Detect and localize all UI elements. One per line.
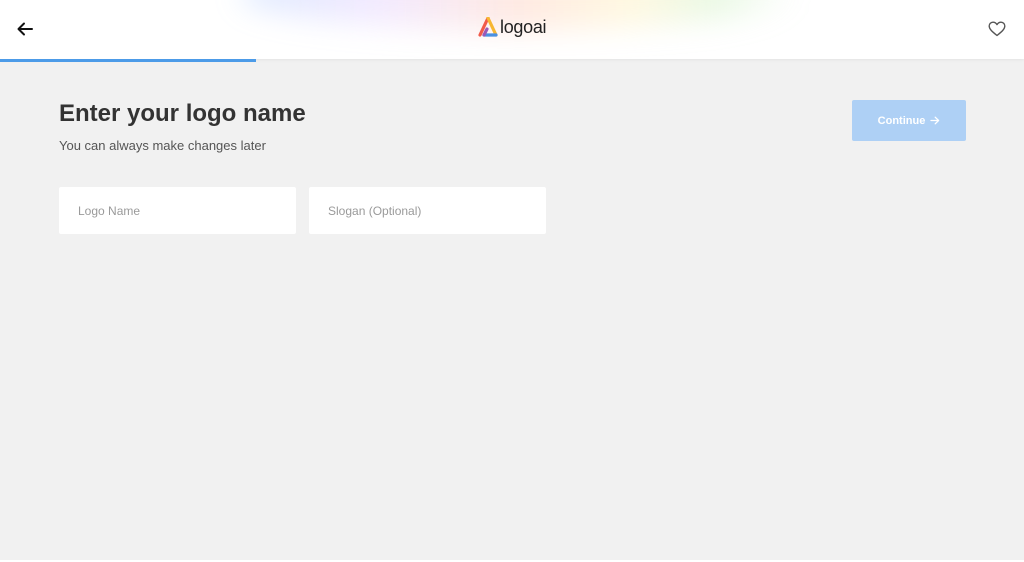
arrow-right-icon: [930, 116, 940, 125]
arrow-left-icon: [17, 22, 33, 36]
continue-button[interactable]: Continue: [852, 100, 966, 141]
progress-bar: [0, 59, 1024, 62]
brand-logo[interactable]: logoai: [478, 15, 547, 39]
favorite-button[interactable]: [986, 19, 1008, 39]
logoai-mark-icon: [478, 17, 498, 37]
back-button[interactable]: [12, 16, 38, 42]
heart-icon: [988, 21, 1006, 37]
logo-name-input[interactable]: [59, 187, 296, 234]
continue-button-label: Continue: [877, 114, 926, 127]
top-bar: logoai: [0, 0, 1024, 59]
slogan-input[interactable]: [309, 187, 546, 234]
logo-wordmark: logoai: [500, 16, 547, 37]
app: logoai Enter your logo name You can alwa…: [0, 0, 1024, 562]
page-subtitle: You can always make changes later: [59, 138, 266, 153]
page-title: Enter your logo name: [59, 100, 306, 127]
progress-fill: [0, 59, 256, 62]
